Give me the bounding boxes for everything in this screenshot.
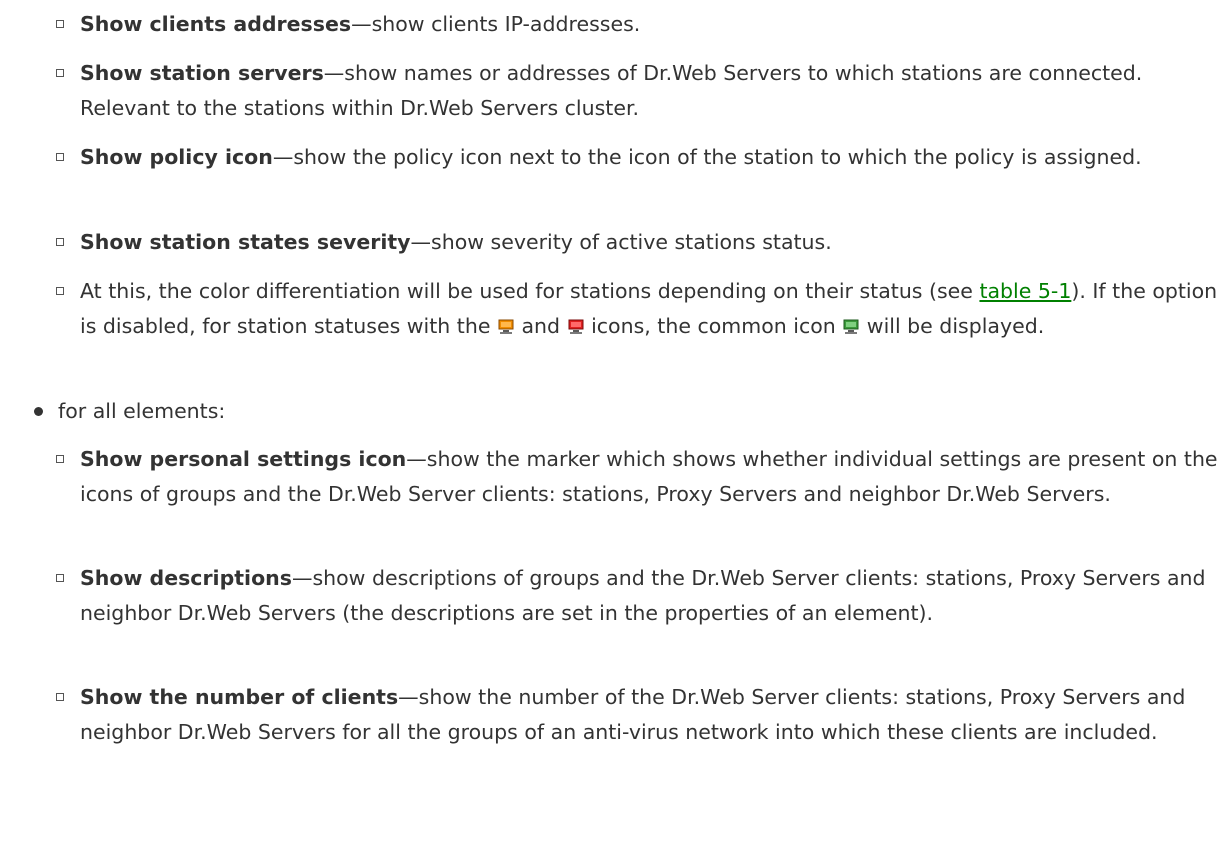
- square-bullet-icon: [56, 20, 64, 28]
- list-item-show-station-states-severity: Show station states severity—show severi…: [56, 225, 1231, 260]
- list-item-show-clients-addresses: Show clients addresses—show clients IP-a…: [56, 7, 1231, 42]
- round-bullet-icon: [34, 407, 43, 416]
- option-term: Show station states severity: [80, 230, 411, 254]
- for-all-elements-label: for all elements:: [58, 399, 226, 423]
- station-orange-icon: [498, 319, 514, 334]
- option-term: Show policy icon: [80, 145, 273, 169]
- option-description: —show clients IP-addresses.: [351, 12, 641, 36]
- square-bullet-icon: [56, 153, 64, 161]
- option-description: —show the policy icon next to the icon o…: [272, 145, 1142, 169]
- square-bullet-icon: [56, 693, 64, 701]
- note-text-part3: and: [514, 314, 567, 338]
- option-term: Show personal settings icon: [80, 447, 407, 471]
- station-red-icon: [568, 319, 584, 334]
- list-item-show-descriptions: Show descriptions—show descriptions of g…: [56, 561, 1231, 631]
- option-term: Show the number of clients: [80, 685, 399, 709]
- option-term: Show descriptions: [80, 566, 292, 590]
- list-item-for-all-elements: for all elements:: [34, 394, 1158, 429]
- document-page: Show clients addresses—show clients IP-a…: [0, 0, 1231, 858]
- square-bullet-icon: [56, 574, 64, 582]
- list-item-show-personal-settings-icon: Show personal settings icon—show the mar…: [56, 442, 1231, 512]
- square-bullet-icon: [56, 238, 64, 246]
- option-description: —show severity of active stations status…: [410, 230, 832, 254]
- square-bullet-icon: [56, 287, 64, 295]
- table-5-1-link[interactable]: table 5-1: [979, 279, 1071, 303]
- option-term: Show clients addresses: [80, 12, 352, 36]
- square-bullet-icon: [56, 455, 64, 463]
- note-text-part5: will be displayed.: [860, 314, 1045, 338]
- station-green-icon: [843, 319, 859, 334]
- note-text-part4: icons, the common icon: [584, 314, 843, 338]
- option-term: Show station servers: [80, 61, 324, 85]
- list-item-show-number-of-clients: Show the number of clients—show the numb…: [56, 680, 1231, 750]
- list-item-show-station-servers: Show station servers—show names or addre…: [56, 56, 1231, 126]
- square-bullet-icon: [56, 69, 64, 77]
- note-text-part1: At this, the color differentiation will …: [80, 279, 980, 303]
- list-item-color-differentiation-note: At this, the color differentiation will …: [56, 274, 1231, 344]
- list-item-show-policy-icon: Show policy icon—show the policy icon ne…: [56, 140, 1231, 175]
